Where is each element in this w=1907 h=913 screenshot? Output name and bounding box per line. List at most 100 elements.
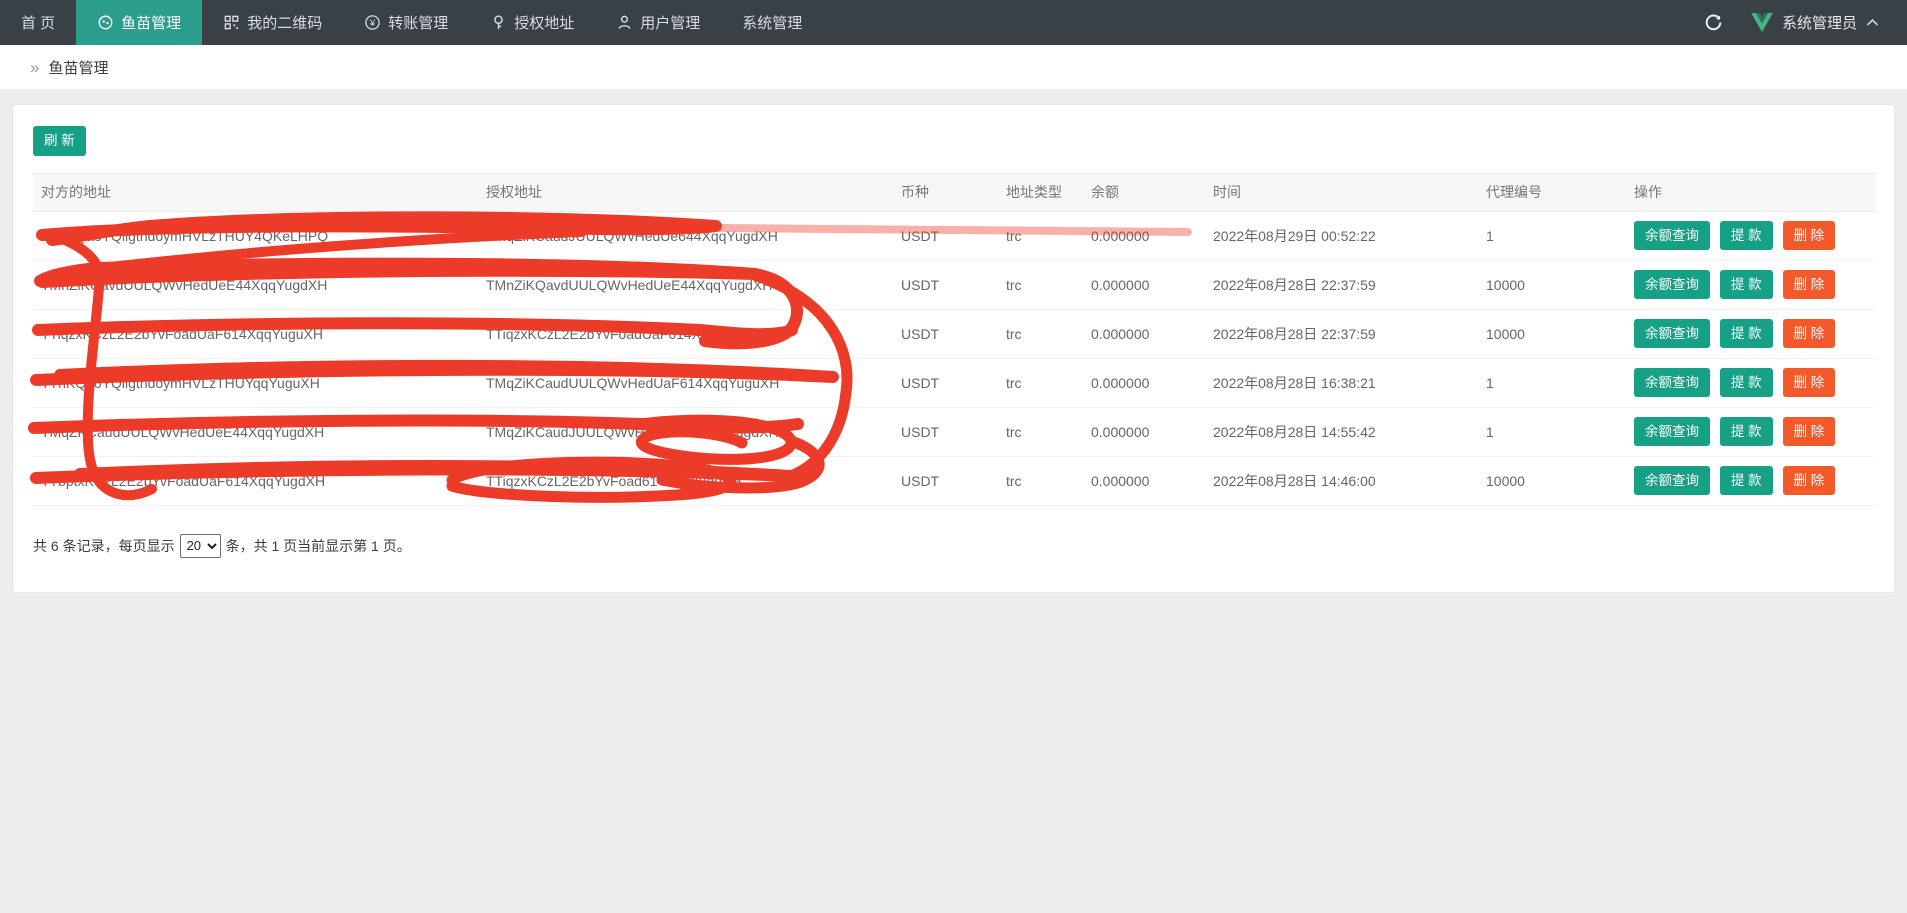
delete-button[interactable]: 删 除 (1783, 270, 1836, 300)
cell-actions: 余额查询 提 款 删 除 (1626, 456, 1876, 505)
fry-icon (97, 14, 114, 31)
cell-counterparty-address: TMqZKCaudUULQWvHedUeE44XqqYugdXH (33, 407, 478, 456)
header-time: 时间 (1205, 173, 1478, 211)
refresh-button[interactable]: 刷 新 (33, 126, 86, 156)
cell-address-type: trc (998, 407, 1083, 456)
cell-authorized-address: TTiqzxKCzL2E2bYvFoadUaF614XqqYuguXH (478, 309, 893, 358)
cell-address-type: trc (998, 456, 1083, 505)
balance-query-button[interactable]: 余额查询 (1634, 417, 1710, 447)
refresh-icon[interactable] (1704, 13, 1723, 32)
chevron-up-icon (1866, 18, 1879, 27)
cell-time: 2022年08月28日 16:38:21 (1205, 358, 1478, 407)
nav-item-user-management[interactable]: 用户管理 (595, 0, 721, 45)
nav-item-label: 转账管理 (388, 12, 448, 33)
user-menu[interactable]: 系统管理员 (1751, 12, 1879, 33)
nav-item-fry-management[interactable]: 鱼苗管理 (76, 0, 202, 45)
nav-item-my-qrcode[interactable]: 我的二维码 (202, 0, 343, 45)
vue-logo-icon (1751, 13, 1773, 32)
withdraw-button[interactable]: 提 款 (1720, 417, 1773, 447)
cell-agent-number: 10000 (1478, 260, 1626, 309)
cell-time: 2022年08月28日 14:55:42 (1205, 407, 1478, 456)
breadcrumb: 鱼苗管理 (48, 57, 108, 78)
delete-button[interactable]: 删 除 (1783, 466, 1836, 496)
table-row: TThKQaoYQiigthdoymHVLzTHUY4QKeLHPQ TMqZi… (33, 211, 1876, 260)
withdraw-button[interactable]: 提 款 (1720, 319, 1773, 349)
nav-item-label: 系统管理 (742, 12, 802, 33)
cell-balance: 0.000000 (1083, 456, 1205, 505)
page-size-select[interactable]: 20 (180, 534, 221, 558)
cell-actions: 余额查询 提 款 删 除 (1626, 358, 1876, 407)
delete-button[interactable]: 删 除 (1783, 221, 1836, 251)
nav-item-label: 鱼苗管理 (121, 12, 181, 33)
cell-time: 2022年08月29日 00:52:22 (1205, 211, 1478, 260)
pagination-text-before: 共 6 条记录，每页显示 (33, 536, 175, 556)
cell-agent-number: 1 (1478, 407, 1626, 456)
cell-counterparty-address: TTiqzxKCzL2E2bYvFoadUaF614XqqYuguXH (33, 309, 478, 358)
cell-actions: 余额查询 提 款 删 除 (1626, 211, 1876, 260)
header-agent-number: 代理编号 (1478, 173, 1626, 211)
balance-query-button[interactable]: 余额查询 (1634, 368, 1710, 398)
nav-item-home[interactable]: 首 页 (0, 0, 76, 45)
cell-counterparty-address: TTbptxKCzL2E2bYvFoadUaF614XqqYugdXH (33, 456, 478, 505)
withdraw-button[interactable]: 提 款 (1720, 221, 1773, 251)
pagination-bar: 共 6 条记录，每页显示 20 条，共 1 页当前显示第 1 页。 (33, 534, 1874, 558)
cell-balance: 0.000000 (1083, 407, 1205, 456)
user-icon (616, 14, 633, 31)
nav-item-transfer-management[interactable]: ¥ 转账管理 (343, 0, 469, 45)
balance-query-button[interactable]: 余额查询 (1634, 466, 1710, 496)
table-row: TTbptxKCzL2E2bYvFoadUaF614XqqYugdXH TTiq… (33, 456, 1876, 505)
cell-address-type: trc (998, 211, 1083, 260)
cell-authorized-address: TTiqzxKCzL2E2bYvFoad614XqqYugdXH (478, 456, 893, 505)
nav-item-label: 用户管理 (640, 12, 700, 33)
cell-agent-number: 1 (1478, 358, 1626, 407)
username-label: 系统管理员 (1782, 12, 1857, 33)
breadcrumb-bar: » 鱼苗管理 (0, 45, 1907, 89)
cell-time: 2022年08月28日 22:37:59 (1205, 260, 1478, 309)
cell-currency: USDT (893, 260, 998, 309)
fry-table: 对方的地址 授权地址 币种 地址类型 余额 时间 代理编号 操作 TThKQao… (33, 173, 1876, 506)
header-actions: 操作 (1626, 173, 1876, 211)
delete-button[interactable]: 删 除 (1783, 368, 1836, 398)
nav-item-label: 我的二维码 (247, 12, 322, 33)
balance-query-button[interactable]: 余额查询 (1634, 319, 1710, 349)
header-currency: 币种 (893, 173, 998, 211)
cell-time: 2022年08月28日 14:46:00 (1205, 456, 1478, 505)
balance-query-button[interactable]: 余额查询 (1634, 270, 1710, 300)
withdraw-button[interactable]: 提 款 (1720, 368, 1773, 398)
nav-item-system-management[interactable]: 系统管理 (721, 0, 823, 45)
delete-button[interactable]: 删 除 (1783, 417, 1836, 447)
cell-time: 2022年08月28日 22:37:59 (1205, 309, 1478, 358)
table-row: TMqZKCaudUULQWvHedUeE44XqqYugdXH TMqZiKC… (33, 407, 1876, 456)
table-row: TThKQaoYQiigthdoymHVLzTHUYqqYuguXH TMqZi… (33, 358, 1876, 407)
svg-text:¥: ¥ (369, 18, 376, 29)
nav-item-authorized-address[interactable]: 授权地址 (469, 0, 595, 45)
cell-counterparty-address: TThKQaoYQiigthdoymHVLzTHUY4QKeLHPQ (33, 211, 478, 260)
cell-balance: 0.000000 (1083, 358, 1205, 407)
cell-balance: 0.000000 (1083, 260, 1205, 309)
pin-icon (490, 14, 507, 31)
table-row: TMnZiKQavdUULQWvHedUeE44XqqYugdXH TMnZiK… (33, 260, 1876, 309)
withdraw-button[interactable]: 提 款 (1720, 466, 1773, 496)
table-body: TThKQaoYQiigthdoymHVLzTHUY4QKeLHPQ TMqZi… (33, 211, 1876, 505)
cell-balance: 0.000000 (1083, 211, 1205, 260)
withdraw-button[interactable]: 提 款 (1720, 270, 1773, 300)
header-balance: 余额 (1083, 173, 1205, 211)
cell-agent-number: 10000 (1478, 309, 1626, 358)
delete-button[interactable]: 删 除 (1783, 319, 1836, 349)
cell-agent-number: 10000 (1478, 456, 1626, 505)
breadcrumb-chevrons-icon: » (30, 59, 39, 76)
cell-authorized-address: TMnZiKQavdUULQWvHedUeE44XqqYugdXH (478, 260, 893, 309)
yen-icon: ¥ (364, 14, 381, 31)
pagination-text-after: 条，共 1 页当前显示第 1 页。 (226, 536, 411, 556)
balance-query-button[interactable]: 余额查询 (1634, 221, 1710, 251)
cell-currency: USDT (893, 211, 998, 260)
content-card: 刷 新 对方的地址 授权地址 币种 地址类型 余额 时间 代理编号 操作 TTh… (12, 104, 1895, 593)
cell-counterparty-address: TMnZiKQavdUULQWvHedUeE44XqqYugdXH (33, 260, 478, 309)
qrcode-icon (223, 14, 240, 31)
nav-right-area: 系统管理员 (1704, 0, 1907, 45)
cell-address-type: trc (998, 260, 1083, 309)
cell-balance: 0.000000 (1083, 309, 1205, 358)
cell-actions: 余额查询 提 款 删 除 (1626, 309, 1876, 358)
cell-authorized-address: TMqZiKCaudJUULQWvHeUaF614XqqYugdXH (478, 407, 893, 456)
table-row: TTiqzxKCzL2E2bYvFoadUaF614XqqYuguXH TTiq… (33, 309, 1876, 358)
